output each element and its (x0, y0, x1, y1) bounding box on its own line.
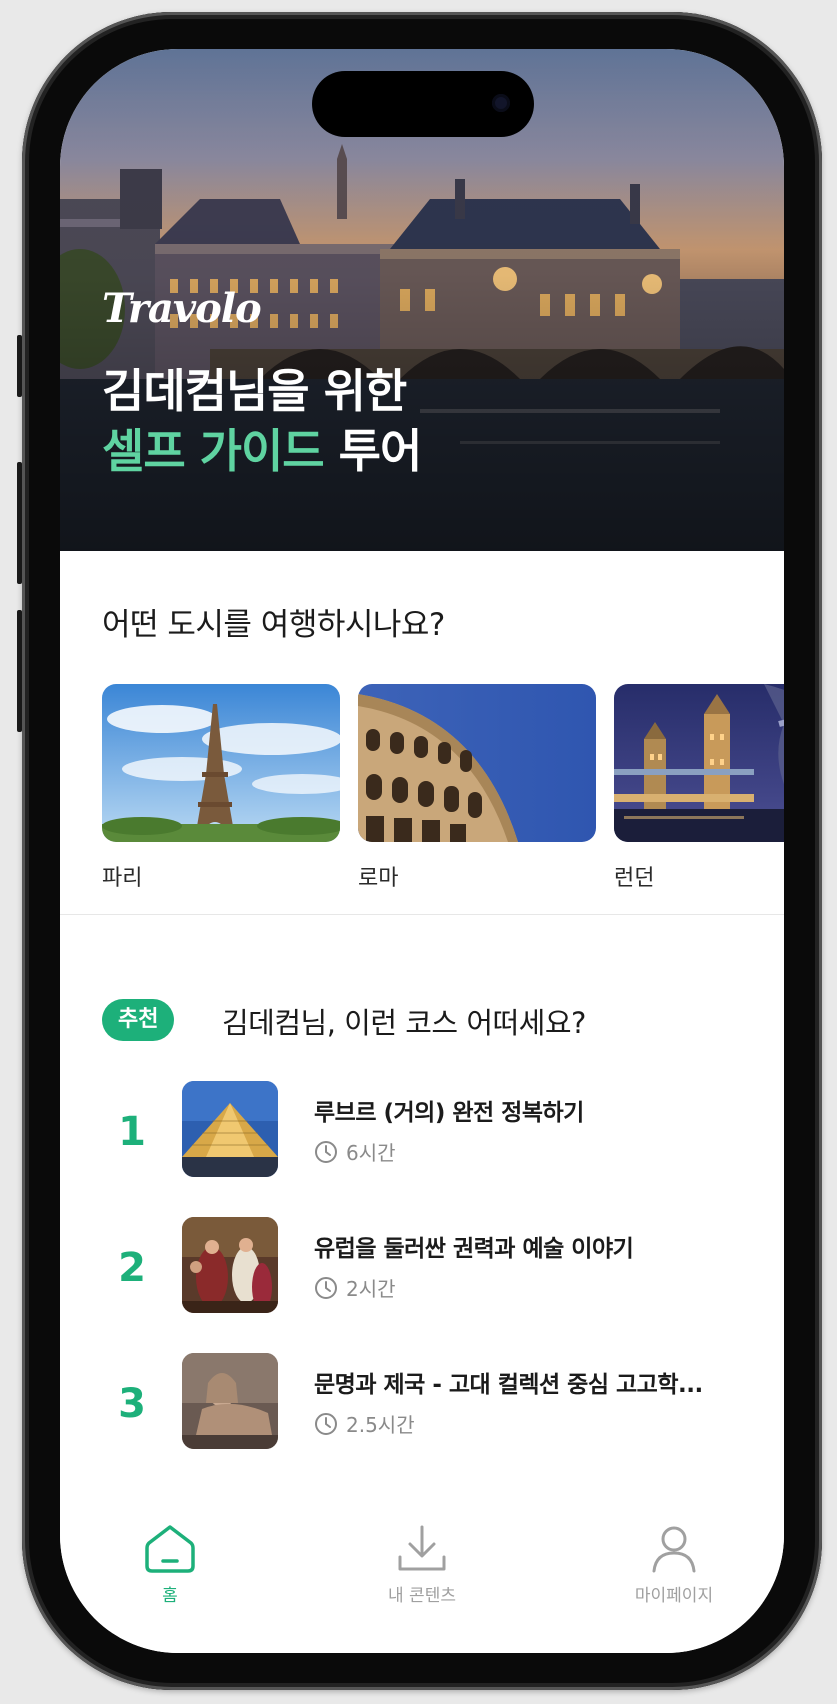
tab-my-page[interactable]: 마이페이지 (574, 1513, 774, 1606)
home-icon (70, 1513, 270, 1575)
city-name: 런던 (614, 866, 655, 891)
hero-headline: 김데컴님을 위한 (102, 364, 407, 418)
section-divider (60, 914, 784, 915)
bottom-tab-bar: 홈 내 콘텐츠 마이페이지 (60, 1513, 784, 1653)
colosseum-image (358, 684, 596, 842)
recommend-title: 김데컴님, 이런 코스 어떠세요? (222, 1006, 586, 1040)
course-rank: 3 (118, 1381, 146, 1427)
tab-label: 홈 (162, 1586, 178, 1606)
clock-icon (315, 1413, 337, 1435)
course-title: 문명과 제국 - 고대 컬렉션 중심 고고학... (314, 1372, 703, 1398)
camera-icon (492, 94, 510, 112)
tab-label: 마이페이지 (634, 1586, 714, 1606)
course-duration: 2.5시간 (314, 1409, 415, 1438)
city-section-title: 어떤 도시를 여행하시나요? (102, 607, 445, 643)
city-name: 로마 (358, 866, 399, 891)
person-icon (574, 1513, 774, 1575)
tab-my-content[interactable]: 내 콘텐츠 (322, 1513, 522, 1606)
app-screen: Travolo 김데컴님을 위한 셀프 가이드 투어 어떤 도시를 여행하시나요… (60, 49, 784, 1653)
recommend-badge: 추천 (102, 999, 175, 1041)
course-item[interactable]: 1 루브르 (거의) 완전 정복하기 6시간 (60, 1081, 784, 1181)
course-duration: 6시간 (314, 1137, 396, 1166)
course-rank: 1 (118, 1109, 146, 1155)
duration-text: 2.5시간 (346, 1413, 415, 1437)
clock-icon (315, 1277, 337, 1299)
course-title: 유럽을 둘러싼 권력과 예술 이야기 (314, 1236, 634, 1262)
duration-text: 6시간 (346, 1141, 396, 1165)
hero-rest-text: 투어 (323, 424, 423, 478)
dynamic-island (312, 71, 534, 137)
tab-home[interactable]: 홈 (70, 1513, 270, 1606)
hero-accent-text: 셀프 가이드 (102, 424, 325, 478)
city-card-london[interactable]: 런던 (614, 684, 784, 892)
coronation-painting-thumbnail (182, 1217, 278, 1313)
brand-logo: Travolo (102, 285, 262, 332)
sphinx-sculpture-thumbnail (182, 1353, 278, 1449)
tower-bridge-image (614, 684, 784, 842)
download-icon (322, 1513, 522, 1575)
course-rank: 2 (118, 1245, 146, 1291)
tab-label: 내 콘텐츠 (388, 1586, 456, 1606)
city-carousel[interactable]: 파리 로마 런던 (102, 684, 784, 894)
city-name: 파리 (102, 866, 143, 891)
city-card-rome[interactable]: 로마 (358, 684, 596, 892)
clock-icon (315, 1141, 337, 1163)
course-item[interactable]: 2 유럽을 둘러싼 권력과 예술 이야기 2시간 (60, 1217, 784, 1317)
louvre-pyramid-thumbnail (182, 1081, 278, 1177)
eiffel-tower-image (102, 684, 340, 842)
city-card-paris[interactable]: 파리 (102, 684, 340, 892)
course-duration: 2시간 (314, 1273, 396, 1302)
hero-subheadline: 셀프 가이드 투어 (102, 415, 423, 481)
course-item[interactable]: 3 문명과 제국 - 고대 컬렉션 중심 고고학... 2.5시간 (60, 1353, 784, 1453)
phone-frame: Travolo 김데컴님을 위한 셀프 가이드 투어 어떤 도시를 여행하시나요… (22, 12, 822, 1690)
course-title: 루브르 (거의) 완전 정복하기 (314, 1100, 584, 1126)
duration-text: 2시간 (346, 1277, 396, 1301)
